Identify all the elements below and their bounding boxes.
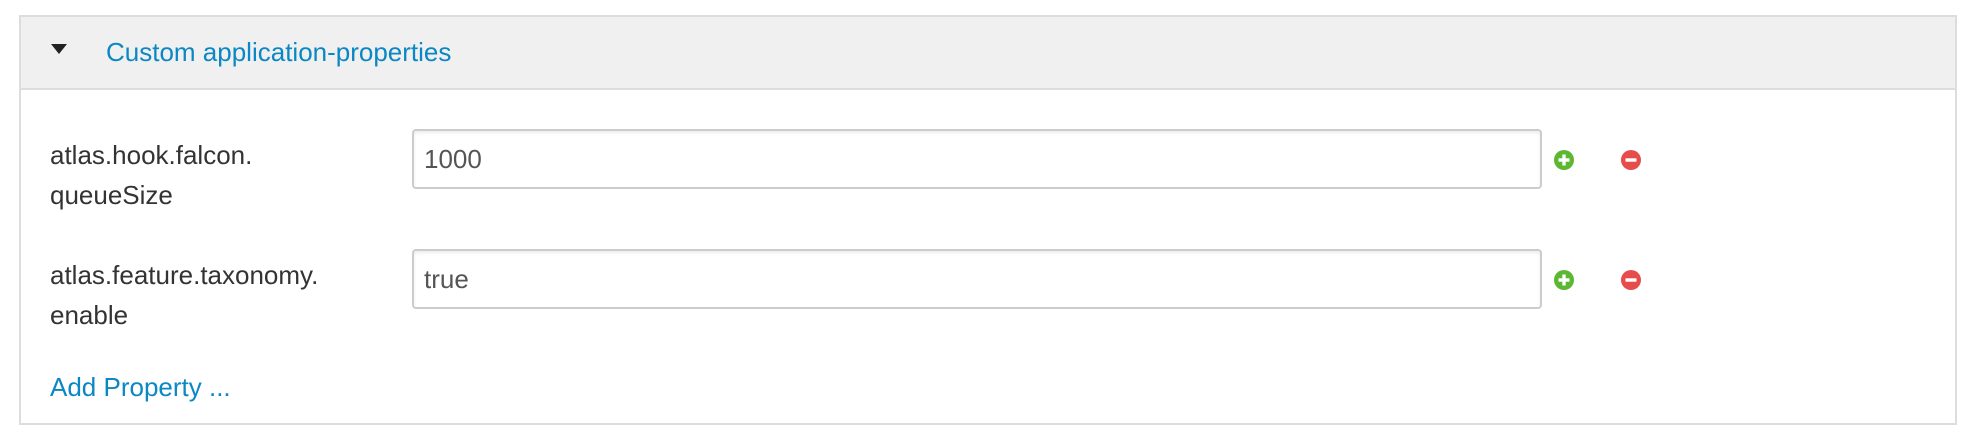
add-property-link[interactable]: Add Property ...	[50, 369, 231, 405]
property-label-line2: enable	[50, 300, 129, 330]
property-value-input[interactable]	[412, 249, 1542, 309]
minus-circle-icon[interactable]	[1620, 269, 1642, 291]
property-value-input[interactable]	[412, 129, 1542, 189]
plus-circle-icon[interactable]	[1553, 149, 1575, 171]
plus-circle-icon[interactable]	[1553, 269, 1575, 291]
panel-header[interactable]: Custom application-properties	[21, 17, 1955, 90]
property-label-line1: atlas.feature.taxonomy.	[50, 260, 319, 290]
custom-properties-panel: Custom application-properties atlas.hook…	[19, 15, 1957, 425]
panel-title[interactable]: Custom application-properties	[106, 34, 451, 70]
property-label: atlas.feature.taxonomy. enable	[50, 255, 318, 335]
property-label-line2: queueSize	[50, 180, 173, 210]
property-label: atlas.hook.falcon. queueSize	[50, 135, 252, 215]
property-label-line1: atlas.hook.falcon.	[50, 140, 253, 170]
minus-circle-icon[interactable]	[1620, 149, 1642, 171]
caret-down-icon[interactable]	[51, 44, 67, 54]
